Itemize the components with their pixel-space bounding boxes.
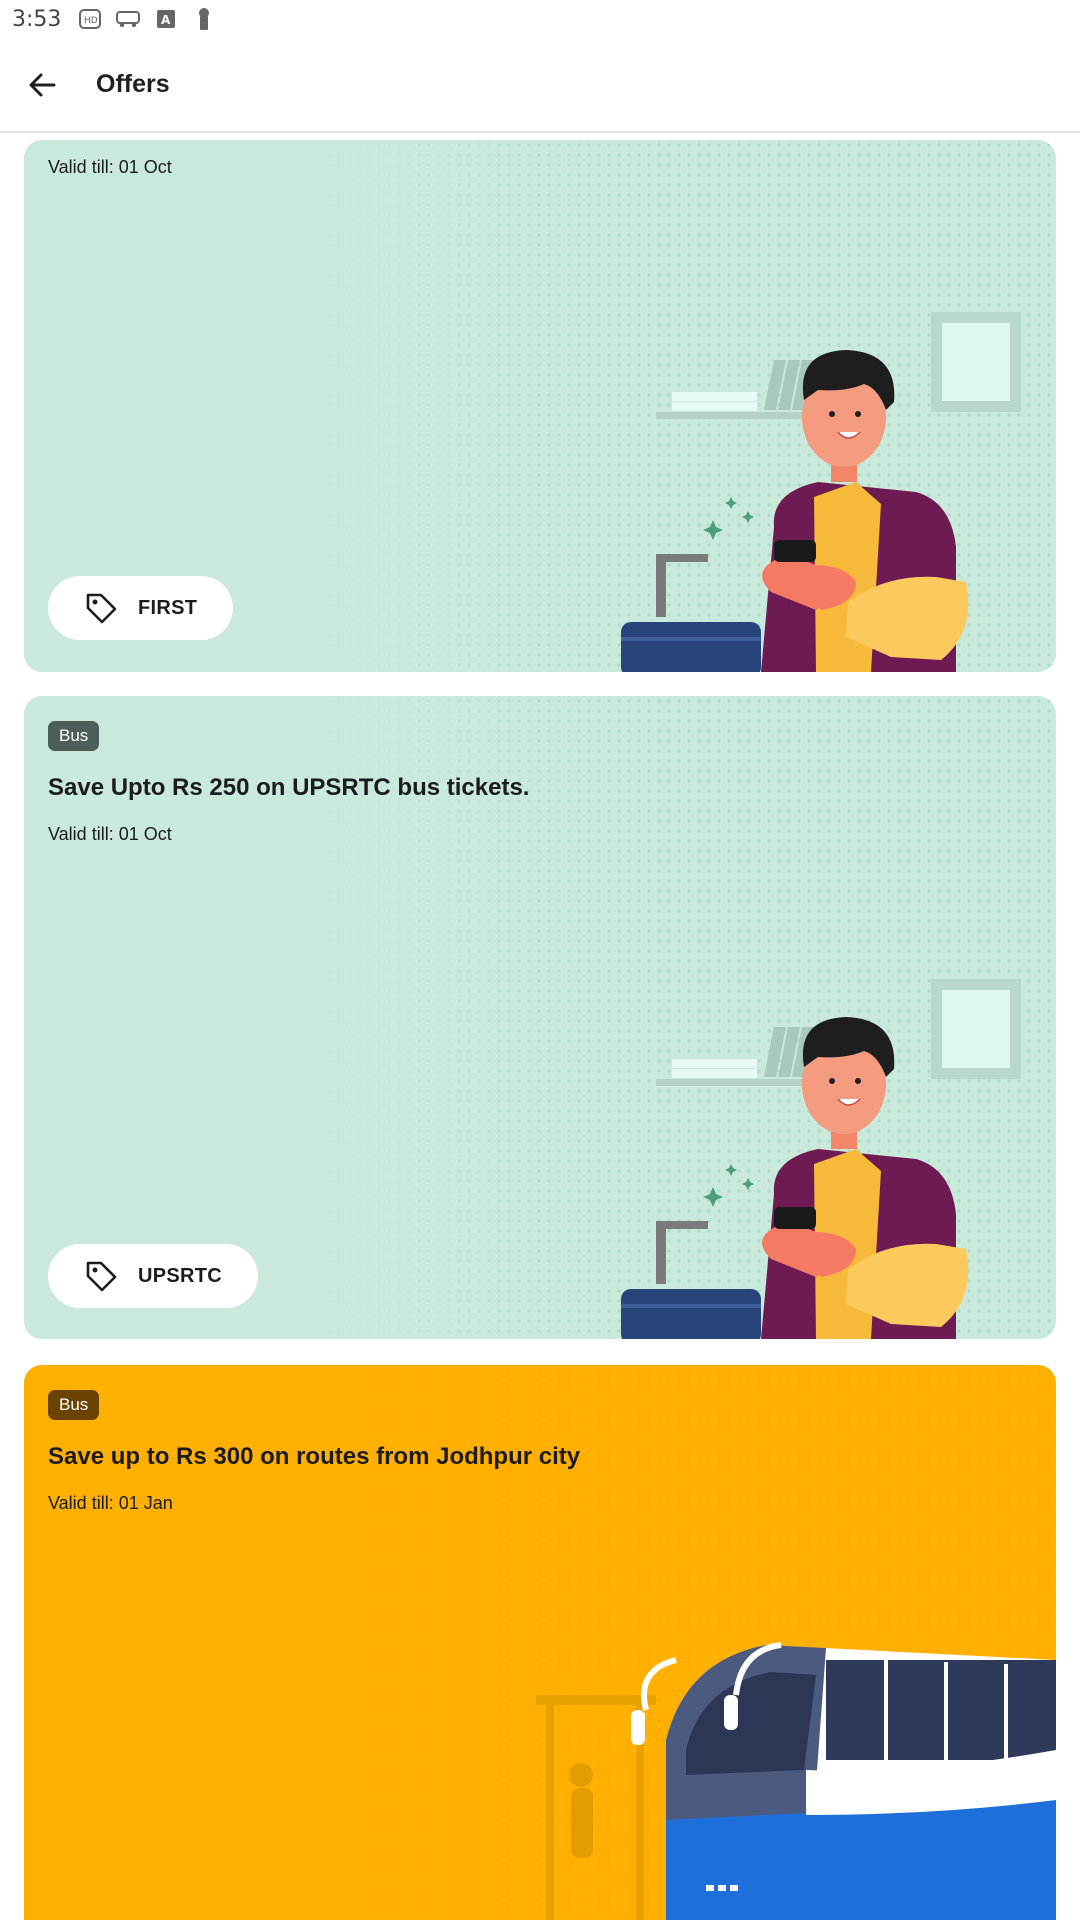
tag-icon xyxy=(84,1259,118,1293)
status-bar: 3:53 HD A xyxy=(0,0,1080,38)
bus-icon xyxy=(115,8,141,30)
font-icon: A xyxy=(153,8,179,30)
offer-title: Save up to Rs 300 on routes from Jodhpur… xyxy=(48,1443,581,1470)
offer-valid-till: Valid till: 01 Oct xyxy=(48,157,172,177)
offers-list[interactable]: Valid till: 01 Oct FIRST Bus Save Upto R… xyxy=(0,135,1080,1920)
category-badge: Bus xyxy=(48,721,100,751)
tag-icon xyxy=(84,591,118,625)
promo-code: FIRST xyxy=(138,596,198,619)
status-time: 3:53 xyxy=(12,6,62,32)
promo-code: UPSRTC xyxy=(138,1264,223,1287)
page-title: Offers xyxy=(96,70,170,98)
man-with-phone-illustration xyxy=(621,312,1021,672)
offer-card[interactable]: Valid till: 01 Oct FIRST xyxy=(24,140,1056,672)
category-badge: Bus xyxy=(48,1390,100,1420)
offer-card[interactable]: Bus Save up to Rs 300 on routes from Jod… xyxy=(24,1365,1056,1920)
offer-title: Save Upto Rs 250 on UPSRTC bus tickets. xyxy=(48,774,530,801)
offer-card[interactable]: Bus Save Upto Rs 250 on UPSRTC bus ticke… xyxy=(24,696,1056,1339)
man-with-phone-illustration xyxy=(621,979,1021,1339)
key-icon xyxy=(191,8,217,30)
svg-text:HD: HD xyxy=(84,16,98,26)
offer-valid-till: Valid till: 01 Oct xyxy=(48,824,172,844)
arrow-left-icon xyxy=(29,73,56,96)
promo-code-button[interactable]: FIRST xyxy=(48,576,234,640)
svg-text:A: A xyxy=(161,13,171,27)
back-button[interactable] xyxy=(14,57,70,113)
offer-valid-till: Valid till: 01 Jan xyxy=(48,1493,173,1513)
app-bar: Offers xyxy=(0,38,1080,133)
bus-illustration xyxy=(536,1642,1056,1920)
media-icon: HD xyxy=(77,8,103,30)
promo-code-button[interactable]: UPSRTC xyxy=(48,1244,259,1308)
